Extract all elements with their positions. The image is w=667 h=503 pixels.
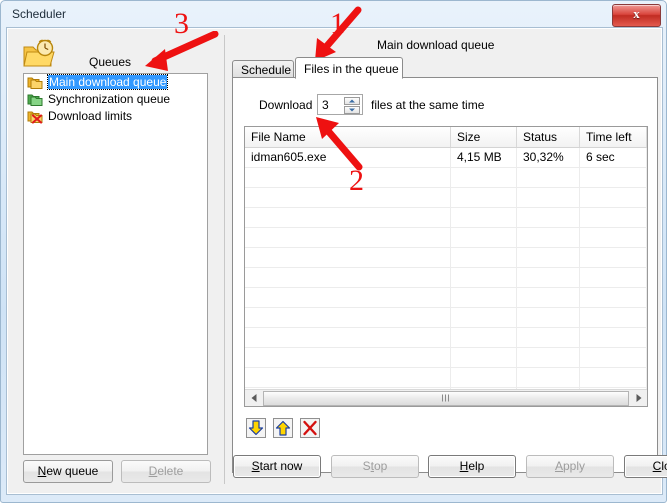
table-row-empty [245,168,647,188]
folder-clock-icon [22,39,58,71]
bottom-divider [224,454,225,484]
table-row-empty [245,208,647,228]
close-button[interactable]: x [612,4,661,27]
tab-schedule[interactable]: Schedule [232,60,294,78]
empty-rows-container [245,168,647,406]
column-header-status[interactable]: Status [517,127,580,147]
tab-files-label: Files in the queue [304,62,399,76]
table-row-empty [245,348,647,368]
tab-files-in-the-queue[interactable]: Files in the queue [295,57,403,79]
stop-label-rest: op [374,459,388,473]
scroll-left-arrow-icon[interactable] [245,390,262,406]
spinner-up-button[interactable] [344,97,360,105]
file-list: File Name Size Status Time left idman605… [244,126,648,407]
table-row-empty [245,368,647,388]
help-button[interactable]: Help [428,455,516,478]
close-icon: x [633,6,640,21]
folder-green-icon [27,92,44,107]
queue-detail-panel: Main download queue Schedule Files in th… [230,31,660,491]
concurrent-downloads-value: 3 [322,98,329,112]
scheduler-window: Scheduler x Queues Main download queue S… [0,0,667,503]
stop-button[interactable]: Stop [331,455,419,478]
cell-status: 30,32% [517,148,580,167]
window-title: Scheduler [12,7,67,21]
chevron-down-icon [349,108,355,112]
file-action-bar [246,418,320,438]
cell-file-name: idman605.exe [245,148,451,167]
cell-size: 4,15 MB [451,148,517,167]
tree-item-label: Main download queue [46,74,169,90]
title-bar: Scheduler x [1,1,666,28]
queues-panel: Queues Main download queue Synchronizati… [11,31,218,491]
start-now-accel: S [251,459,260,473]
apply-label: pply [563,459,586,473]
tree-item-synchronization-queue[interactable]: Synchronization queue [24,91,207,108]
table-row-empty [245,288,647,308]
tab-schedule-label: Schedule [241,63,292,77]
queues-label: Queues [89,55,132,69]
stop-label: S [362,459,371,473]
table-row-empty [245,188,647,208]
folder-delete-icon [27,109,44,124]
column-header-time-left[interactable]: Time left [580,127,647,147]
column-header-file-name[interactable]: File Name [245,127,451,147]
apply-accel: A [554,459,563,473]
column-header-size[interactable]: Size [451,127,517,147]
table-row[interactable]: idman605.exe 4,15 MB 30,32% 6 sec [245,148,647,168]
folder-yellow-icon [27,75,44,90]
close-dialog-button[interactable]: Close [624,455,667,478]
spinner-buttons [344,97,360,114]
table-row-empty [245,268,647,288]
concurrent-downloads-input[interactable]: 3 [317,94,363,115]
bottom-button-bar: Start now Stop Help Apply Close [8,451,667,493]
apply-button[interactable]: Apply [526,455,614,478]
scroll-right-arrow-icon[interactable] [630,390,647,406]
table-row-empty [245,248,647,268]
chevron-up-icon [349,99,355,103]
panel-divider [224,35,225,483]
tab-strip: Schedule Files in the queue [232,57,658,79]
delete-file-button[interactable] [300,418,320,438]
tree-item-download-limits[interactable]: Download limits [24,108,207,125]
scrollbar-thumb[interactable] [263,390,629,406]
file-list-header: File Name Size Status Time left [245,127,647,148]
move-up-button[interactable] [273,418,293,438]
client-area: Queues Main download queue Synchronizati… [6,27,667,495]
tree-item-label: Synchronization queue [48,92,171,106]
table-row-empty [245,328,647,348]
queue-tree[interactable]: Main download queue Synchronization queu… [23,73,208,455]
start-now-button[interactable]: Start now [233,455,321,478]
grip-icon [442,394,450,402]
download-prefix-label: Download [259,98,313,112]
move-down-button[interactable] [246,418,266,438]
tree-item-main-download-queue[interactable]: Main download queue [24,74,207,91]
table-row-empty [245,308,647,328]
tab-panel-files: Download 3 files at the same time File N… [232,77,658,473]
download-suffix-label: files at the same time [371,98,485,112]
help-label: elp [468,459,485,473]
close-label: lose [661,459,667,473]
tree-item-label: Download limits [48,109,133,123]
table-row-empty [245,228,647,248]
file-list-hscrollbar[interactable] [245,389,647,406]
cell-time-left: 6 sec [580,148,647,167]
start-now-label: tart now [259,459,303,473]
queue-title: Main download queue [377,38,495,52]
spinner-down-button[interactable] [344,106,360,114]
